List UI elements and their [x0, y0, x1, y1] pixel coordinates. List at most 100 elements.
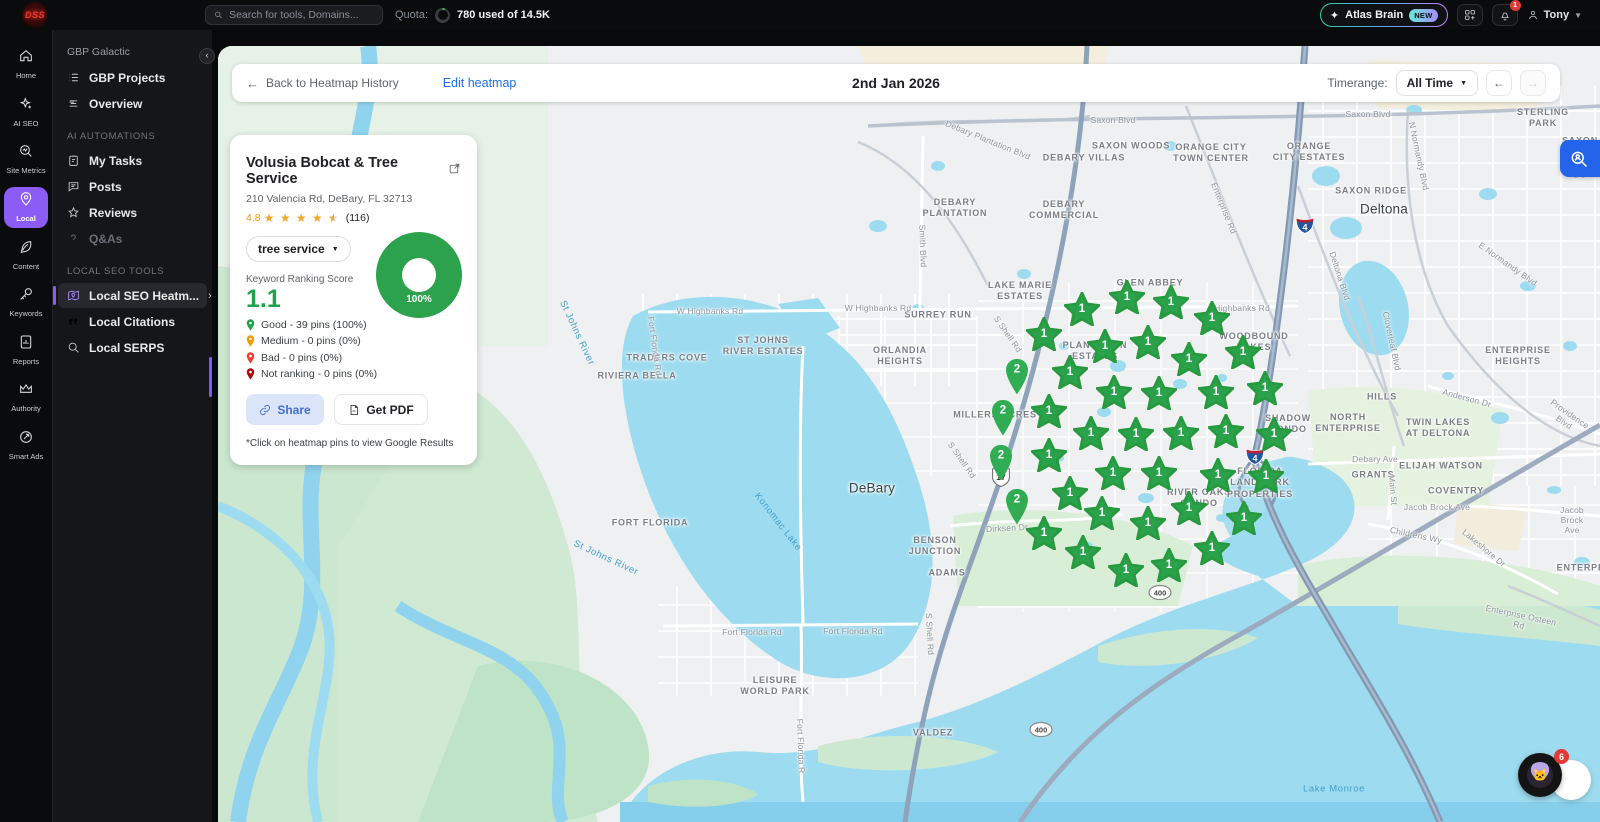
business-card: Volusia Bobcat & Tree Service 210 Valenc…: [230, 135, 477, 466]
link-icon: [260, 404, 271, 415]
keyword-select[interactable]: tree service ▼: [246, 236, 351, 262]
site-metrics-icon: [18, 143, 34, 164]
rail-item-label: Smart Ads: [8, 452, 44, 461]
heatmap-pin-rank-1[interactable]: 1: [1031, 394, 1067, 428]
get-pdf-button[interactable]: Get PDF: [334, 394, 428, 426]
sidebar-item-gbp-projects[interactable]: GBP Projects: [58, 65, 207, 90]
sidebar-item-my-tasks[interactable]: My Tasks: [58, 148, 207, 173]
reports-icon: [18, 334, 34, 355]
card-footnote: *Click on heatmap pins to view Google Re…: [246, 438, 454, 450]
heatmap-pin-rank-1[interactable]: 1: [1141, 376, 1177, 410]
heatmap-pin-rank-1[interactable]: 1: [1153, 285, 1189, 319]
share-button[interactable]: Share: [246, 394, 324, 426]
chevron-down-icon: ▼: [1460, 79, 1467, 87]
heatmap-pin-rank-1[interactable]: 1: [1194, 301, 1230, 335]
sidebar-item-overview[interactable]: Overview: [58, 91, 207, 116]
sidebar-item-local-seo-heatm[interactable]: Local SEO Heatm... ›: [53, 283, 212, 308]
bell-icon: [1500, 12, 1509, 21]
rail-item-ai-seo[interactable]: AI SEO: [4, 92, 48, 133]
heatmap-pin-rank-1[interactable]: 1: [1096, 375, 1132, 409]
prev-date-button[interactable]: ←: [1486, 70, 1512, 96]
search-input[interactable]: [229, 9, 374, 21]
heatmap-pin-rank-1[interactable]: 1: [1141, 456, 1177, 490]
search-business-icon: [1571, 151, 1588, 167]
heatmap-pin-rank-1[interactable]: 1: [1256, 417, 1292, 451]
heatmap-pin-rank-1[interactable]: 1: [1208, 414, 1244, 448]
heatmap-pin-rank-1[interactable]: 1: [1031, 438, 1067, 472]
heatmap-pin-rank-2[interactable]: 2: [989, 398, 1017, 436]
heatmap-pin-rank-1[interactable]: 1: [1198, 375, 1234, 409]
sidebar-item-reviews[interactable]: Reviews: [58, 200, 207, 225]
rail-item-reports[interactable]: Reports: [4, 330, 48, 371]
heatmap-pin-rank-1[interactable]: 1: [1108, 553, 1144, 587]
heatmap-pin-rank-1[interactable]: 1: [1248, 459, 1284, 493]
authority-icon: [18, 381, 34, 402]
chat-unread-badge: 6: [1554, 749, 1569, 764]
heatmap-pin-rank-1[interactable]: 1: [1130, 506, 1166, 540]
heatmap-map[interactable]: STERLING PARK SAXON RIDGE Deltona DEBARY VI…: [218, 46, 1600, 822]
heatmap-pin-rank-1[interactable]: 1: [1171, 491, 1207, 525]
next-date-button[interactable]: →: [1520, 70, 1546, 96]
heatmap-pin-rank-1[interactable]: 1: [1118, 417, 1154, 451]
dss-logo[interactable]: DSS: [22, 2, 48, 28]
heatmap-pin-rank-1[interactable]: 1: [1225, 335, 1261, 369]
sidebar-item-posts[interactable]: Posts: [58, 174, 207, 199]
rail-item-site-metrics[interactable]: Site Metrics: [4, 139, 48, 180]
search-icon: [67, 341, 80, 354]
rail-item-keywords[interactable]: Keywords: [4, 282, 48, 323]
app-root: DSS Quota: 780 used of 14.5K ✦ Atlas Bra…: [0, 0, 1600, 822]
heatmap-pin-rank-1[interactable]: 1: [1194, 531, 1230, 565]
timerange-select[interactable]: All Time ▼: [1395, 70, 1478, 96]
edit-heatmap-link[interactable]: Edit heatmap: [443, 76, 517, 90]
rail-item-authority[interactable]: Authority: [4, 377, 48, 418]
user-menu[interactable]: Tony ▼: [1527, 9, 1582, 21]
external-link-icon[interactable]: [448, 162, 461, 180]
timerange-value: All Time: [1406, 76, 1454, 90]
notification-badge: 1: [1509, 0, 1521, 11]
review-count: (116): [345, 212, 370, 224]
heatmap-pin-rank-1[interactable]: 1: [1026, 317, 1062, 351]
heatmap-pin-rank-1[interactable]: 1: [1052, 476, 1088, 510]
pdf-file-icon: [350, 404, 359, 415]
sidebar-item-label: Q&As: [89, 231, 123, 246]
heatmap-pin-rank-1[interactable]: 1: [1052, 355, 1088, 389]
map-business-search-button[interactable]: [1560, 140, 1600, 177]
heatmap-pin-rank-1[interactable]: 1: [1084, 496, 1120, 530]
rail-item-label: Site Metrics: [6, 166, 46, 176]
rail-item-smart-ads[interactable]: Smart Ads: [4, 425, 48, 466]
atlas-brain-button[interactable]: ✦ Atlas Brain NEW: [1319, 3, 1448, 27]
heatmap-pin-rank-1[interactable]: 1: [1171, 342, 1207, 376]
sidebar-item-q-as[interactable]: Q&As: [58, 226, 207, 251]
rail-item-home[interactable]: Home: [4, 44, 48, 85]
heatmap-pin-rank-1[interactable]: 1: [1065, 535, 1101, 569]
sidebar-item-local-citations[interactable]: Local Citations: [58, 309, 207, 334]
heatmap-pin-rank-2[interactable]: 2: [987, 443, 1015, 481]
heatmap-pin-rank-1[interactable]: 1: [1109, 280, 1145, 314]
rail-item-local[interactable]: Local: [4, 186, 48, 228]
apps-grid-button[interactable]: [1456, 4, 1483, 26]
sidebar-collapse-button[interactable]: ‹: [199, 48, 215, 64]
back-to-heatmap-history[interactable]: ← Back to Heatmap History: [246, 76, 399, 91]
heatmap-pin-rank-1[interactable]: 1: [1200, 458, 1236, 492]
sidebar-item-local-serps[interactable]: Local SERPS: [58, 335, 207, 360]
heatmap-pin-rank-1[interactable]: 1: [1163, 416, 1199, 450]
heatmap-pin-rank-1[interactable]: 1: [1247, 371, 1283, 405]
heatmap-pin-rank-2[interactable]: 2: [1003, 357, 1031, 395]
legend-text: Good - 39 pins (100%): [261, 318, 367, 331]
rail-item-content[interactable]: Content: [4, 235, 48, 276]
notifications-button[interactable]: 1: [1491, 0, 1521, 26]
question-icon: [67, 232, 80, 245]
global-search[interactable]: [205, 5, 383, 25]
heatmap-pin-rank-1[interactable]: 1: [1064, 292, 1100, 326]
heatmap-pin-rank-1[interactable]: 1: [1095, 456, 1131, 490]
heatmap-pin-rank-1[interactable]: 1: [1226, 501, 1262, 535]
heatmap-pin-rank-1[interactable]: 1: [1130, 325, 1166, 359]
heatmap-pin-rank-1[interactable]: 1: [1087, 329, 1123, 363]
heatmap-pin-rank-1[interactable]: 1: [1026, 516, 1062, 550]
project-name: GBP Galactic: [67, 46, 130, 58]
heatmap-pin-rank-1[interactable]: 1: [1151, 548, 1187, 582]
heatmap-pin-rank-1[interactable]: 1: [1073, 416, 1109, 450]
sidebar-scrollbar[interactable]: [209, 357, 212, 397]
sidebar-item-label: Local SEO Heatm...: [89, 288, 200, 303]
svg-text:400: 400: [1035, 726, 1048, 735]
